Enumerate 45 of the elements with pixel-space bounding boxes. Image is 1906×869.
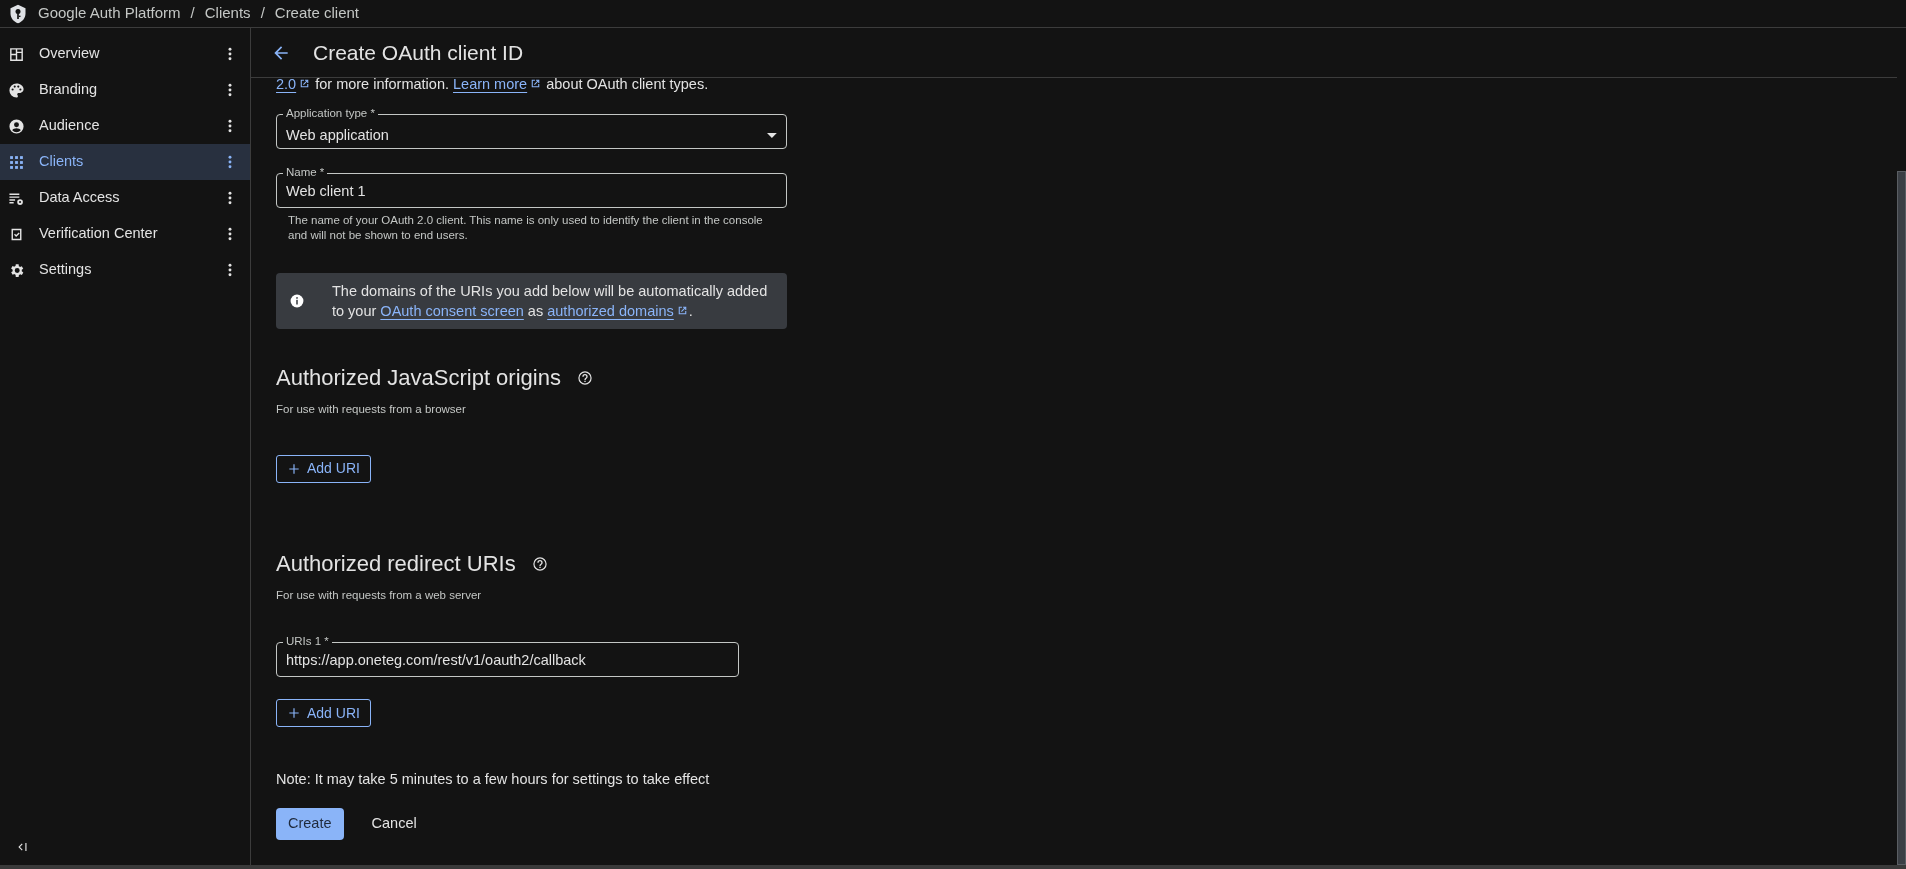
plus-icon	[287, 706, 301, 721]
link[interactable]: OAuth consent screen	[380, 303, 524, 319]
breadcrumb-separator: /	[260, 3, 265, 24]
sidebar-item[interactable]: Clients	[0, 144, 250, 180]
section-heading: Authorized redirect URIs	[276, 550, 516, 578]
shield-key-icon	[8, 2, 28, 25]
palette-icon	[8, 81, 25, 99]
dot-grid-icon	[8, 153, 25, 171]
sidebar-item[interactable]: Data Access	[0, 180, 250, 216]
plus-icon	[287, 461, 301, 476]
note-text: Note: It may take 5 minutes to a few hours for settings to take effect	[276, 770, 711, 790]
create-button[interactable]: Create	[276, 808, 344, 841]
help-icon[interactable]	[576, 370, 593, 387]
info-icon	[290, 294, 304, 308]
breadcrumb-link[interactable]: Clients	[204, 2, 251, 25]
link[interactable]: authorized domains	[547, 303, 689, 319]
section-heading: Authorized JavaScript origins	[276, 365, 561, 392]
page-title: Create OAuth client ID	[313, 39, 524, 66]
sidebar-item[interactable]: Branding	[0, 72, 250, 108]
scrollbar[interactable]	[1897, 171, 1906, 865]
cancel-button[interactable]: Cancel	[359, 808, 429, 841]
gear-icon	[8, 261, 25, 279]
sidebar-item[interactable]: Overview	[0, 36, 250, 72]
section-description: For use with requests from a browser	[276, 402, 467, 418]
sidebar-item[interactable]: Audience	[0, 108, 250, 144]
name-field[interactable]: Name * Web client 1	[276, 165, 787, 208]
breadcrumb-separator: /	[190, 3, 195, 24]
help-icon[interactable]	[531, 555, 548, 572]
add-uri-button[interactable]: Add URI	[276, 699, 371, 728]
link[interactable]: Learn more	[453, 76, 543, 92]
section-description: For use with requests from a web server	[276, 588, 483, 604]
dropdown-caret-icon	[767, 133, 777, 138]
link[interactable]: 2.0	[276, 76, 312, 92]
grid-panel-icon	[8, 45, 25, 63]
breadcrumb-link[interactable]: Create client	[274, 2, 359, 25]
helper-text: The name of your OAuth 2.0 client. This name is only used to identify the client in the console and will not be shown to end users.	[287, 213, 764, 243]
uri-field[interactable]: URIs 1 * https://app.oneteg.com/rest/v1/oauth2/callback	[276, 634, 739, 678]
sidebar-item[interactable]: Verification Center	[0, 216, 250, 252]
add-uri-button[interactable]: Add URI	[276, 454, 371, 483]
application-type-select[interactable]: Application type * Web application	[276, 106, 787, 149]
intro-text: about OAuth client types.	[545, 76, 709, 92]
intro-text: for more information.	[314, 76, 450, 92]
sidebar-item[interactable]: Settings	[0, 252, 250, 288]
banner-text: The domains of the URIs you add below will be automatically added to your OAuth consent screen as authorized domains .	[332, 282, 769, 321]
breadcrumb-link[interactable]: Google Auth Platform	[38, 2, 181, 25]
